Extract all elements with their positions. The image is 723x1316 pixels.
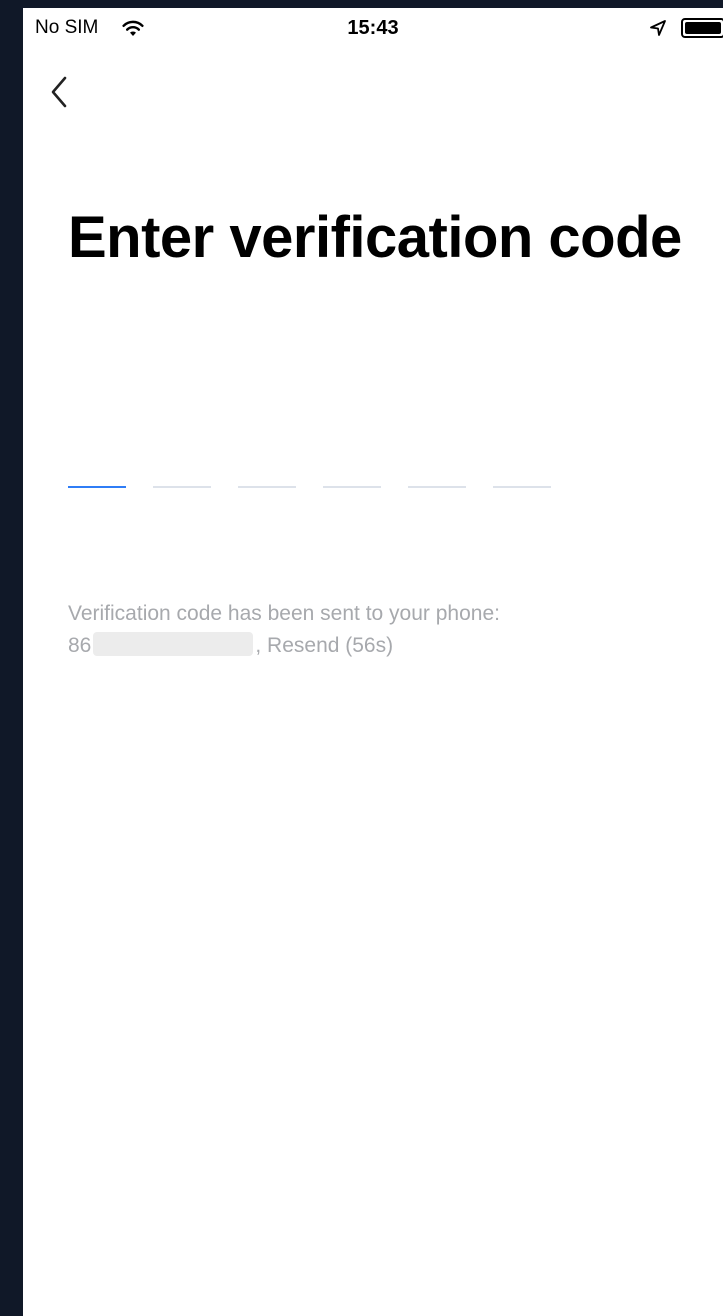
code-digit-underline [68, 486, 126, 488]
page-title: Enter verification code [68, 205, 682, 270]
code-digit-6[interactable] [493, 448, 551, 488]
code-digit-1[interactable] [68, 448, 126, 488]
verification-screen: No SIM 15:43 Enter verification code Ver… [23, 8, 723, 1316]
code-digit-underline [408, 486, 466, 488]
phone-prefix: 86 [68, 634, 92, 657]
status-time: 15:43 [347, 17, 399, 39]
code-digit-4[interactable] [323, 448, 381, 488]
battery-level [685, 22, 721, 34]
notice-phone-line: 86, Resend (56s) [68, 630, 500, 662]
chevron-left-icon [51, 76, 67, 108]
code-digit-underline [238, 486, 296, 488]
notice-separator: , [255, 634, 262, 657]
code-digit-underline [323, 486, 381, 488]
code-digit-3[interactable] [238, 448, 296, 488]
resend-button[interactable]: Resend (56s) [267, 634, 393, 657]
code-digit-underline [493, 486, 551, 488]
code-digit-5[interactable] [408, 448, 466, 488]
location-icon [650, 20, 666, 36]
back-button[interactable] [45, 70, 75, 114]
verification-notice: Verification code has been sent to your … [68, 598, 500, 662]
masked-phone-number [93, 632, 254, 656]
code-digit-2[interactable] [153, 448, 211, 488]
code-digit-underline [153, 486, 211, 488]
status-bar: No SIM 15:43 [23, 8, 723, 48]
notice-text: Verification code has been sent to your … [68, 602, 500, 625]
battery-icon [681, 18, 723, 38]
